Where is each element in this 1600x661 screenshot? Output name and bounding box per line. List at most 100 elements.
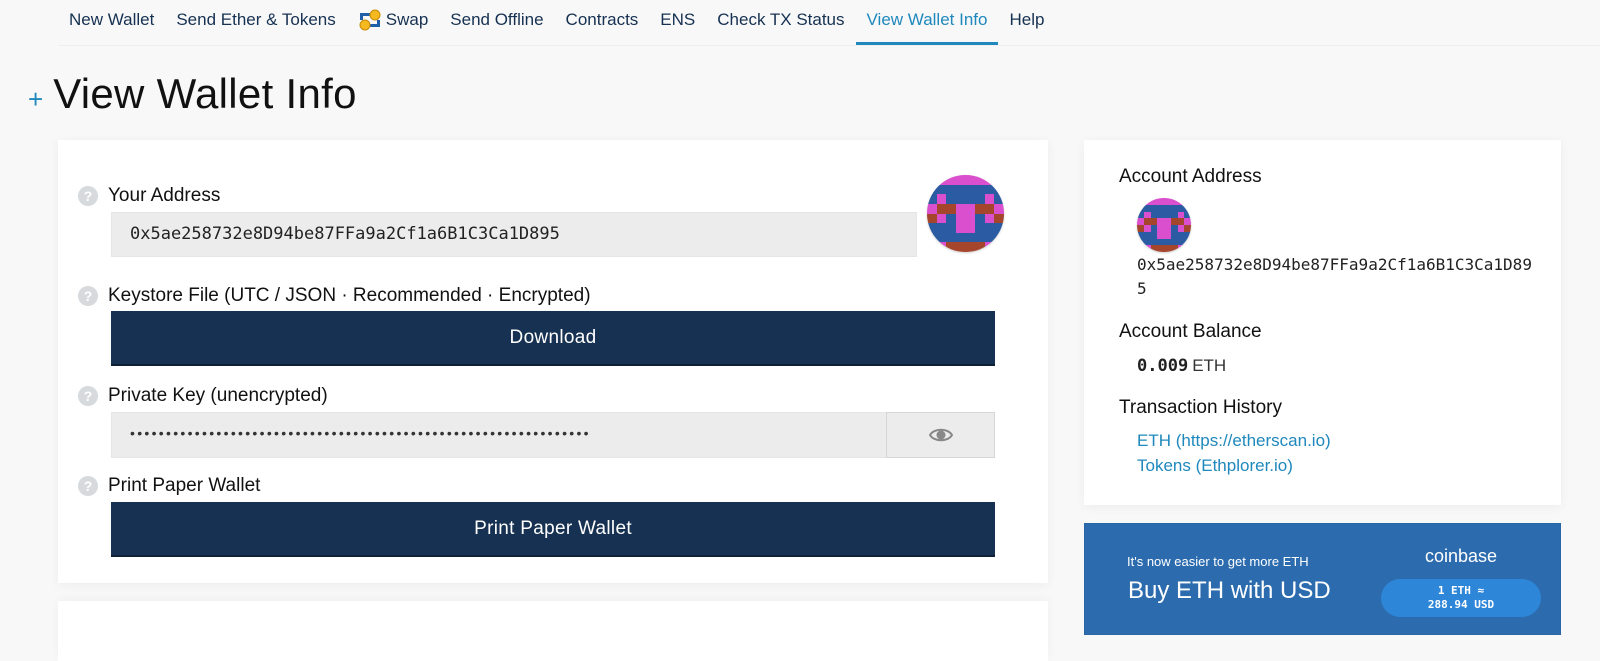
- identicon-cell: [1143, 204, 1151, 212]
- nav-swap[interactable]: Swap: [347, 0, 440, 45]
- identicon-cell: [1157, 225, 1164, 232]
- identicon-cell: [1170, 211, 1178, 219]
- identicon-grid: [1137, 198, 1191, 252]
- balance-value: 0.009: [1137, 356, 1189, 376]
- identicon-cell: [984, 213, 995, 224]
- identicon-cell: [975, 223, 985, 233]
- wallet-info-card: ? Your Address 0x5ae258732e8D94be87FFa9a…: [58, 140, 1048, 583]
- identicon-cell: [1143, 225, 1151, 232]
- identicon-cell: [965, 203, 976, 214]
- coinbase-headline: Buy ETH with USD: [1128, 577, 1331, 604]
- rate-line-2: 288.94 USD: [1427, 598, 1495, 611]
- account-sidebar: Account Address 0x5ae258732e8D94be87FFa9…: [1084, 140, 1561, 505]
- identicon-cell: [965, 242, 976, 252]
- help-icon[interactable]: ?: [78, 286, 98, 306]
- identicon-cell: [936, 184, 947, 195]
- nav-label: ENS: [660, 9, 696, 29]
- address-field[interactable]: 0x5ae258732e8D94be87FFa9a2Cf1a6B1C3Ca1D8…: [111, 212, 917, 257]
- identicon-cell: [1164, 198, 1171, 205]
- identicon-cell: [1164, 218, 1171, 225]
- identicon-cell: [955, 213, 966, 224]
- ethplorer-link[interactable]: Tokens (Ethplorer.io): [1137, 456, 1293, 476]
- help-icon[interactable]: ?: [78, 476, 98, 496]
- identicon-cell: [955, 175, 966, 185]
- account-balance-heading: Account Balance: [1119, 321, 1262, 342]
- account-address-value: 0x5ae258732e8D94be87FFa9a2Cf1a6B1C3Ca1D8…: [1137, 255, 1532, 298]
- identicon-cell: [1150, 204, 1158, 212]
- toggle-visibility-button[interactable]: [886, 412, 995, 458]
- identicon-cell: [984, 184, 995, 195]
- identicon-cell: [927, 232, 937, 243]
- identicon-cell: [955, 242, 966, 252]
- help-icon[interactable]: ?: [78, 386, 98, 406]
- nav-label: Send Ether & Tokens: [176, 9, 336, 29]
- identicon-cell: [1170, 204, 1178, 212]
- label-text: Keystore File (UTC / JSON · Recommended …: [108, 285, 591, 306]
- identicon-cell: [1143, 218, 1151, 225]
- identicon-cell: [965, 175, 976, 185]
- secondary-card: [58, 601, 1048, 661]
- identicon-cell: [965, 184, 976, 195]
- identicon-cell: [936, 242, 947, 252]
- identicon-cell: [1150, 218, 1158, 225]
- nav-check-tx-status[interactable]: Check TX Status: [706, 0, 855, 45]
- nav-contracts[interactable]: Contracts: [555, 0, 650, 45]
- nav-help[interactable]: Help: [998, 0, 1055, 45]
- nav-label: Check TX Status: [717, 9, 845, 29]
- identicon-cell: [984, 232, 995, 243]
- identicon-cell: [946, 194, 956, 204]
- coinbase-banner[interactable]: It's now easier to get more ETH Buy ETH …: [1084, 523, 1561, 635]
- nav-new-wallet[interactable]: New Wallet: [58, 0, 165, 45]
- identicon-cell: [994, 194, 1004, 204]
- download-keystore-button[interactable]: Download: [111, 311, 995, 366]
- nav-send-offline[interactable]: Send Offline: [439, 0, 554, 45]
- identicon-cell: [955, 203, 966, 214]
- help-icon[interactable]: ?: [78, 186, 98, 206]
- identicon-cell: [955, 184, 966, 195]
- label-text: Print Paper Wallet: [108, 475, 261, 496]
- identicon-cell: [955, 194, 966, 204]
- nav-view-wallet-info[interactable]: View Wallet Info: [855, 0, 999, 45]
- identicon-cell: [984, 175, 995, 185]
- identicon-cell: [975, 194, 985, 204]
- swap-icon: [359, 9, 381, 30]
- identicon-cell: [984, 194, 995, 204]
- eye-icon: [928, 428, 953, 442]
- identicon-cell: [936, 194, 947, 204]
- expand-plus-icon[interactable]: +: [28, 84, 43, 115]
- identicon-cell: [927, 175, 937, 185]
- print-paper-wallet-label: ? Print Paper Wallet: [78, 475, 260, 497]
- identicon-cell: [994, 184, 1004, 195]
- identicon-cell: [984, 223, 995, 233]
- nav-ens[interactable]: ENS: [649, 0, 706, 45]
- nav-send-ether-tokens[interactable]: Send Ether & Tokens: [165, 0, 346, 45]
- identicon-cell: [936, 213, 947, 224]
- identicon-cell: [994, 213, 1004, 224]
- identicon-cell: [1143, 238, 1151, 246]
- identicon-cell: [927, 184, 937, 195]
- nav-label: Send Offline: [450, 9, 544, 29]
- private-key-field[interactable]: ••••••••••••••••••••••••••••••••••••••••…: [111, 412, 887, 458]
- rate-line-1: 1 ETH ≈: [1437, 584, 1485, 597]
- main-nav: New Wallet Send Ether & Tokens Swap Send…: [58, 0, 1600, 46]
- identicon-cell: [927, 223, 937, 233]
- print-paper-wallet-button[interactable]: Print Paper Wallet: [111, 502, 995, 557]
- identicon-cell: [1170, 231, 1178, 239]
- identicon-cell: [1143, 211, 1151, 219]
- identicon-cell: [1150, 211, 1158, 219]
- account-balance: 0.009 ETH: [1137, 356, 1226, 376]
- identicon-cell: [994, 242, 1004, 252]
- nav-label: New Wallet: [69, 9, 155, 29]
- identicon-cell: [946, 175, 956, 185]
- identicon-cell: [1184, 225, 1191, 232]
- identicon-cell: [1137, 225, 1144, 232]
- identicon-cell: [1170, 238, 1178, 246]
- identicon-cell: [1164, 225, 1171, 232]
- identicon-cell: [984, 203, 995, 214]
- identicon-cell: [1170, 218, 1178, 225]
- identicon-cell: [1177, 218, 1185, 225]
- etherscan-link[interactable]: ETH (https://etherscan.io): [1137, 431, 1331, 451]
- identicon-cell: [955, 223, 966, 233]
- identicon-cell: [1164, 245, 1171, 252]
- identicon-cell: [975, 232, 985, 243]
